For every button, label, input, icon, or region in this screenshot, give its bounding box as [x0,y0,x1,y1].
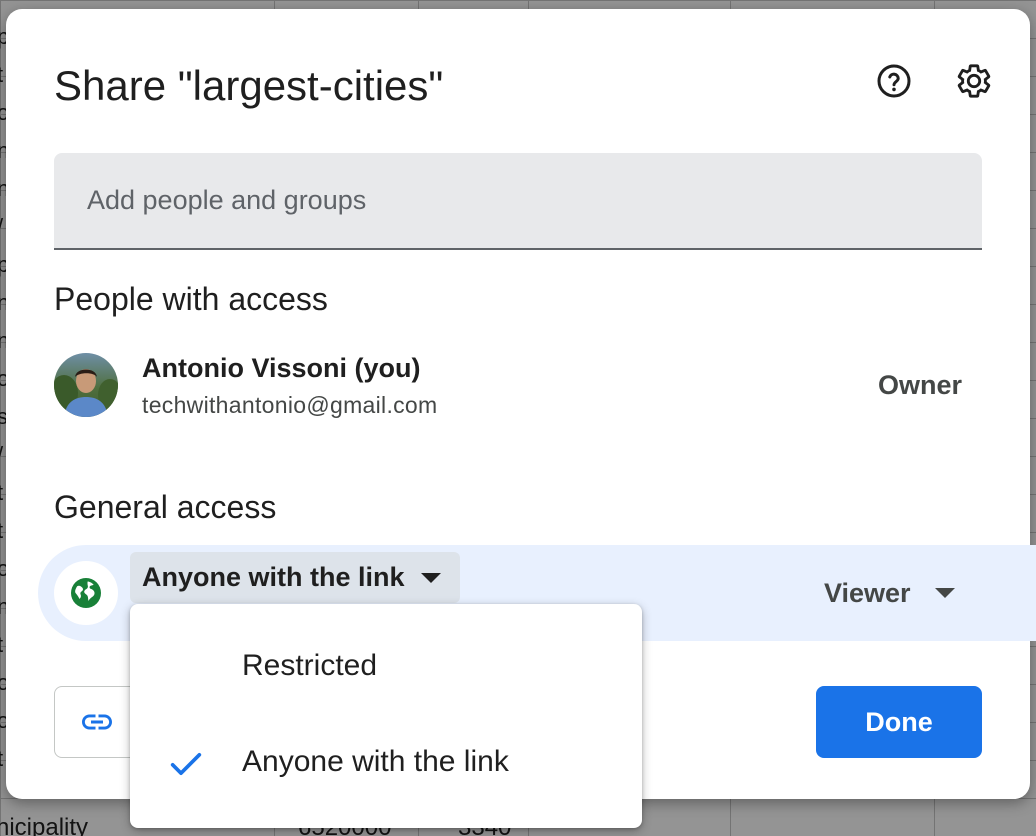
role-selected: Viewer [824,577,911,608]
settings-button[interactable] [950,57,998,105]
chevron-down-icon [420,572,441,583]
person-name: Antonio Vissoni (you) [142,353,421,383]
done-button[interactable]: Done [816,686,982,758]
general-access-dropdown[interactable]: Anyone with the link [130,552,460,603]
menu-item-label: Anyone with the link [242,745,509,778]
role-dropdown[interactable]: Viewer [824,571,955,615]
chevron-down-icon [934,588,955,598]
add-people-field[interactable] [54,153,982,250]
help-button[interactable] [870,57,918,105]
gear-icon [957,64,991,98]
person-email: techwithantonio@gmail.com [142,392,438,418]
add-people-input[interactable] [54,153,982,248]
general-access-menu: Restricted Anyone with the link [130,604,642,828]
menu-item-label: Restricted [242,649,378,682]
check-icon [170,753,202,775]
menu-item-restricted[interactable]: Restricted [130,620,642,716]
menu-item-anyone-with-link[interactable]: Anyone with the link [130,716,642,812]
people-with-access-title: People with access [54,281,328,317]
general-access-selected: Anyone with the link [142,562,405,592]
globe-badge [54,561,118,625]
person-role: Owner [878,370,963,400]
globe-icon [71,578,101,608]
general-access-title: General access [54,489,277,525]
avatar [54,353,118,417]
dialog-title: Share "largest-cities" [54,62,444,109]
help-circle-icon [877,64,911,98]
link-icon [82,714,112,730]
